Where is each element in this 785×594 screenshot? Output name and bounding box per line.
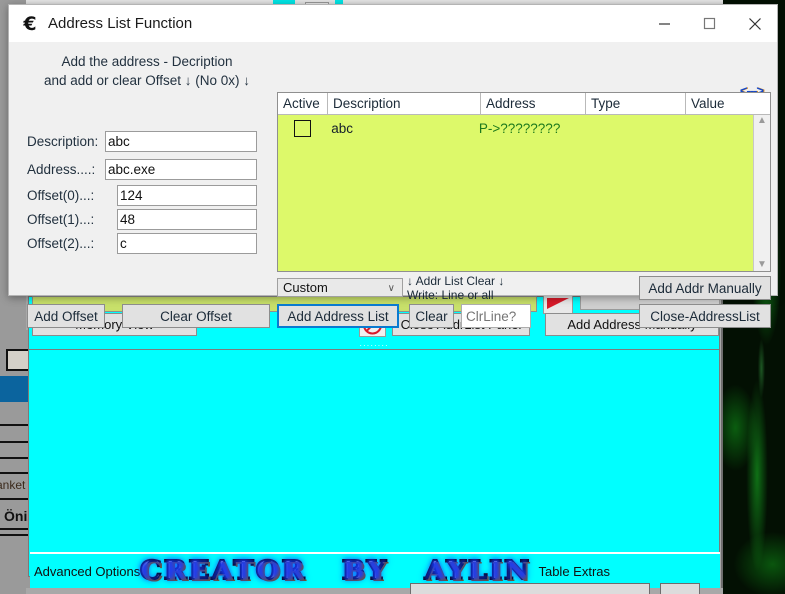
offset2-label: Offset(2)...: bbox=[27, 236, 117, 251]
clrline-input[interactable] bbox=[461, 304, 531, 328]
advanced-options-label[interactable]: Advanced Options bbox=[30, 564, 144, 579]
offset1-input[interactable] bbox=[117, 209, 257, 230]
banner-word-aylin: AYLIN bbox=[424, 556, 531, 586]
form-instructions-line2: and add or clear Offset ↓ (No 0x) ↓ bbox=[27, 71, 267, 90]
field-row-offset1: Offset(1)...: bbox=[27, 208, 257, 230]
banner-word-by: BY bbox=[342, 556, 388, 586]
address-input[interactable] bbox=[105, 159, 257, 180]
add-addr-manually-button[interactable]: Add Addr Manually bbox=[639, 276, 771, 300]
form-instructions: Add the address - Decription and add or … bbox=[27, 52, 267, 90]
column-header-address[interactable]: Address bbox=[481, 93, 586, 115]
field-row-offset2: Offset(2)...: bbox=[27, 232, 257, 254]
clear-button[interactable]: Clear bbox=[409, 304, 454, 328]
add-address-list-button[interactable]: Add Address List bbox=[277, 304, 399, 328]
address-label: Address....: bbox=[27, 162, 105, 177]
description-label: Description: bbox=[27, 134, 105, 149]
grid-scrollbar[interactable]: ▲ ▼ bbox=[753, 115, 770, 271]
table-row[interactable]: abc P->???????? bbox=[278, 115, 753, 141]
column-header-value[interactable]: Value bbox=[686, 93, 770, 115]
table-extras-label[interactable]: Table Extras bbox=[534, 564, 614, 579]
offset0-input[interactable] bbox=[117, 185, 257, 206]
offset1-label: Offset(1)...: bbox=[27, 212, 117, 227]
field-row-description: Description: bbox=[27, 130, 257, 152]
row-address-cell[interactable]: P->???????? bbox=[474, 121, 575, 136]
column-header-active[interactable]: Active bbox=[278, 93, 328, 115]
panel-splitter-handle[interactable]: ········ bbox=[29, 341, 719, 350]
banner-word-creator: CREATOR bbox=[140, 556, 306, 586]
column-header-description[interactable]: Description bbox=[328, 93, 481, 115]
close-address-list-button[interactable]: Close-AddressList bbox=[639, 304, 771, 328]
row-description-cell[interactable]: abc bbox=[326, 121, 474, 136]
column-header-type[interactable]: Type bbox=[586, 93, 686, 115]
field-row-address: Address....: bbox=[27, 158, 257, 180]
maximize-icon[interactable] bbox=[687, 5, 732, 42]
offset2-input[interactable] bbox=[117, 233, 257, 254]
chevron-up-icon[interactable]: ▲ bbox=[757, 115, 767, 127]
dialog-body: <---> Add the address - Decription and a… bbox=[9, 42, 777, 297]
description-input[interactable] bbox=[105, 131, 257, 152]
dialog-titlebar[interactable]: € Address List Function bbox=[9, 5, 777, 42]
cyan-body-area bbox=[30, 350, 718, 549]
type-select[interactable]: Custom ∨ bbox=[277, 278, 403, 297]
window-controls bbox=[642, 5, 777, 42]
field-row-offset0: Offset(0)...: bbox=[27, 184, 257, 206]
clear-instructions-line2: Write: Line or all bbox=[407, 288, 637, 302]
grid-body: abc P->???????? bbox=[278, 115, 753, 271]
address-list-grid: Active Description Address Type Value ab… bbox=[277, 92, 771, 272]
clear-instructions-line1: ↓ Addr List Clear ↓ bbox=[407, 274, 637, 288]
chevron-down-icon[interactable]: ▼ bbox=[757, 259, 767, 271]
close-icon[interactable] bbox=[732, 5, 777, 42]
dialog-title: Address List Function bbox=[48, 15, 192, 32]
clear-offset-button[interactable]: Clear Offset bbox=[122, 304, 270, 328]
chevron-down-icon: ∨ bbox=[388, 283, 395, 294]
form-instructions-line1: Add the address - Decription bbox=[27, 52, 267, 71]
type-select-value: Custom bbox=[283, 280, 328, 295]
minimize-icon[interactable] bbox=[642, 5, 687, 42]
background-bottom-button-2[interactable] bbox=[660, 583, 700, 594]
splitter-grip-dots: ········ bbox=[359, 344, 388, 348]
row-active-cell[interactable] bbox=[278, 120, 326, 137]
offset0-label: Offset(0)...: bbox=[27, 188, 117, 203]
active-checkbox[interactable] bbox=[294, 120, 311, 137]
address-list-function-dialog: € Address List Function <---> Add the ad… bbox=[8, 4, 778, 296]
cheat-engine-gear-icon: € bbox=[19, 13, 41, 35]
clear-instructions: ↓ Addr List Clear ↓ Write: Line or all bbox=[407, 274, 637, 302]
grid-header-row: Active Description Address Type Value bbox=[278, 93, 770, 115]
add-offset-button[interactable]: Add Offset bbox=[27, 304, 105, 328]
background-bottom-button-1[interactable] bbox=[410, 583, 650, 594]
